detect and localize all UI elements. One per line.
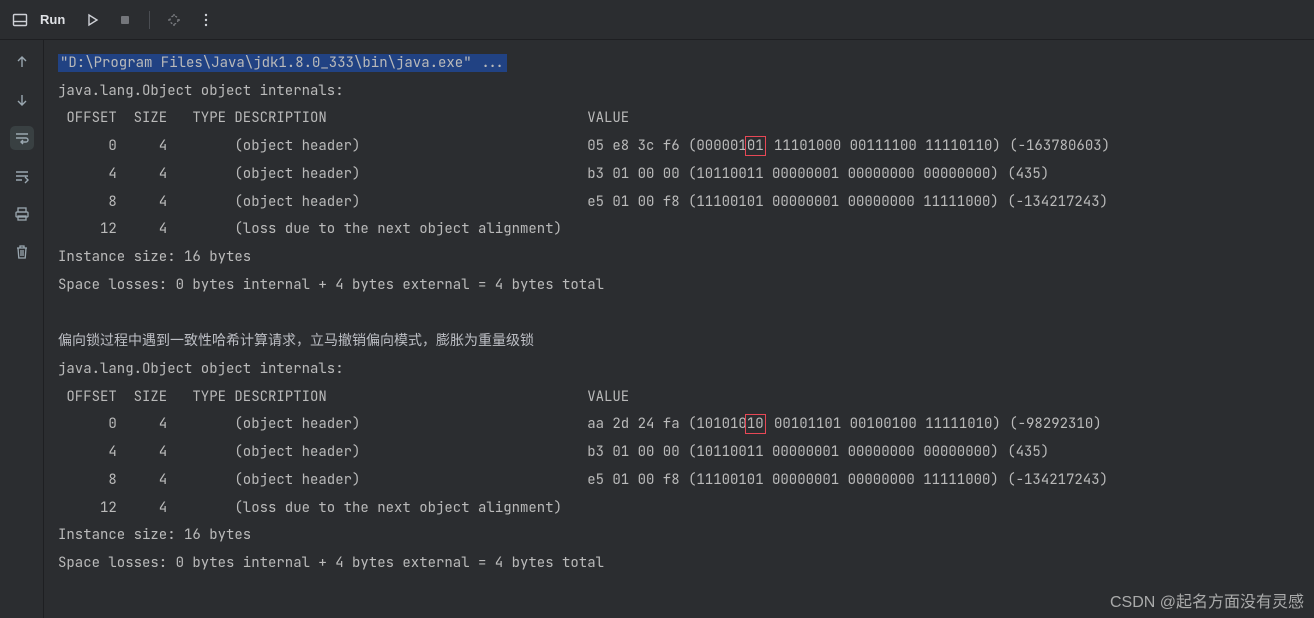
stop-icon [113,8,137,32]
run-body: "D:\Program Files\Java\jdk1.8.0_333\bin\… [0,40,1314,618]
space-losses: Space losses: 0 bytes internal + 4 bytes… [58,554,604,572]
table-row: 8 4 (object header) e5 01 00 f8 (1110010… [58,471,1108,489]
scroll-down-icon[interactable] [10,88,34,112]
table-row: 12 4 (loss due to the next object alignm… [58,499,562,517]
panel-layout-icon[interactable] [8,8,32,32]
softwrap-icon[interactable] [10,126,34,150]
console-output[interactable]: "D:\Program Files\Java\jdk1.8.0_333\bin\… [44,40,1314,618]
scroll-up-icon[interactable] [10,50,34,74]
note-chinese: 偏向锁过程中遇到一致性哈希计算请求，立马撤销偏向模式，膨胀为重量级锁 [58,332,534,348]
instance-size: Instance size: 16 bytes [58,248,251,266]
space-losses: Space losses: 0 bytes internal + 4 bytes… [58,276,604,294]
highlight-bits-1: 01 [745,136,766,156]
toolbar-separator [149,11,150,29]
command-line: "D:\Program Files\Java\jdk1.8.0_333\bin\… [58,54,507,72]
more-icon[interactable] [194,8,218,32]
table-row: 0 4 (object header) aa 2d 24 fa (1010101… [58,415,1102,433]
rerun-icon[interactable] [81,8,105,32]
table-row: 8 4 (object header) e5 01 00 f8 (1110010… [58,193,1108,211]
highlight-bits-2: 10 [745,414,766,434]
attach-debugger-icon[interactable] [162,8,186,32]
print-icon[interactable] [10,202,34,226]
run-tab-label[interactable]: Run [40,12,65,27]
table-row: 12 4 (loss due to the next object alignm… [58,220,562,238]
console-gutter [0,40,44,618]
block2-title: java.lang.Object object internals: [58,360,344,378]
run-toolbar: Run [0,0,1314,40]
instance-size: Instance size: 16 bytes [58,526,251,544]
watermark: CSDN @起名方面没有灵感 [1110,588,1304,612]
table-row: 0 4 (object header) 05 e8 3c f6 (0000010… [58,137,1110,155]
block2-header: OFFSET SIZE TYPE DESCRIPTION VALUE [58,388,629,406]
table-row: 4 4 (object header) b3 01 00 00 (1011001… [58,443,1049,461]
trash-icon[interactable] [10,240,34,264]
block1-header: OFFSET SIZE TYPE DESCRIPTION VALUE [58,109,629,127]
scroll-to-end-icon[interactable] [10,164,34,188]
table-row: 4 4 (object header) b3 01 00 00 (1011001… [58,165,1049,183]
block1-title: java.lang.Object object internals: [58,82,344,100]
